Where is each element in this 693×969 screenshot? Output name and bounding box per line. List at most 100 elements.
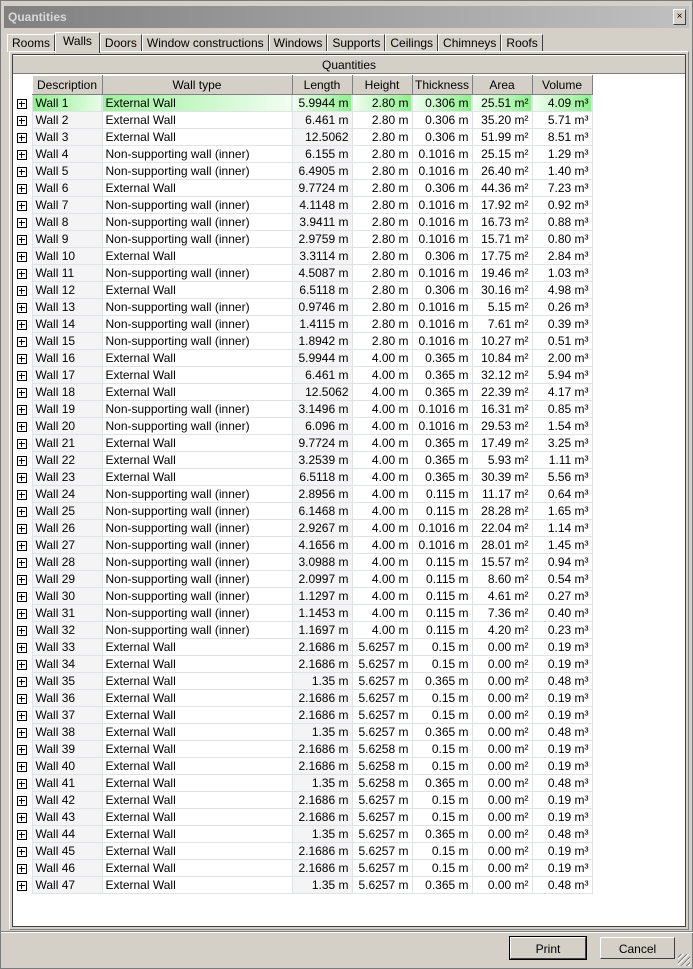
description-cell[interactable]: Wall 45	[31, 842, 103, 860]
expand-button[interactable]	[13, 333, 32, 350]
height-cell[interactable]: 2.80 m	[351, 111, 413, 129]
description-cell[interactable]: Wall 43	[31, 808, 103, 826]
wall-type-cell[interactable]: Non-supporting wall (inner)	[101, 621, 293, 639]
area-cell[interactable]: 10.27 m²	[471, 332, 533, 350]
wall-type-cell[interactable]: External Wall	[101, 468, 293, 486]
volume-cell[interactable]: 0.19 m³	[531, 791, 593, 809]
height-cell[interactable]: 4.00 m	[351, 621, 413, 639]
thickness-cell[interactable]: 0.365 m	[411, 723, 473, 741]
area-cell[interactable]: 15.57 m²	[471, 553, 533, 571]
expand-button[interactable]	[13, 520, 32, 537]
height-cell[interactable]: 5.6258 m	[351, 740, 413, 758]
expand-button[interactable]	[13, 214, 32, 231]
area-cell[interactable]: 30.39 m²	[471, 468, 533, 486]
wall-type-cell[interactable]: Non-supporting wall (inner)	[101, 145, 293, 163]
area-cell[interactable]: 19.46 m²	[471, 264, 533, 282]
height-cell[interactable]: 4.00 m	[351, 502, 413, 520]
description-cell[interactable]: Wall 40	[31, 757, 103, 775]
length-cell[interactable]: 1.1297 m	[291, 587, 353, 605]
thickness-cell[interactable]: 0.15 m	[411, 842, 473, 860]
table-row[interactable]: Wall 34 External Wall 2.1686 m 5.6257 m 0.15…	[13, 655, 593, 673]
height-cell[interactable]: 4.00 m	[351, 468, 413, 486]
table-row[interactable]: Wall 16 External Wall 5.9944 m 4.00 m 0.365 …	[13, 349, 593, 367]
table-row[interactable]: Wall 46 External Wall 2.1686 m 5.6257 m 0.15…	[13, 859, 593, 877]
wall-type-cell[interactable]: Non-supporting wall (inner)	[101, 417, 293, 435]
description-cell[interactable]: Wall 23	[31, 468, 103, 486]
wall-type-cell[interactable]: Non-supporting wall (inner)	[101, 230, 293, 248]
thickness-cell[interactable]: 0.15 m	[411, 808, 473, 826]
wall-type-cell[interactable]: Non-supporting wall (inner)	[101, 400, 293, 418]
thickness-cell[interactable]: 0.365 m	[411, 451, 473, 469]
description-cell[interactable]: Wall 34	[31, 655, 103, 673]
table-row[interactable]: Wall 43 External Wall 2.1686 m 5.6257 m 0.15…	[13, 808, 593, 826]
description-cell[interactable]: Wall 31	[31, 604, 103, 622]
tab-roofs[interactable]: Roofs	[501, 34, 543, 52]
expand-button[interactable]	[13, 248, 32, 265]
length-cell[interactable]: 1.35 m	[291, 825, 353, 843]
height-cell[interactable]: 4.00 m	[351, 451, 413, 469]
volume-cell[interactable]: 0.39 m³	[531, 315, 593, 333]
wall-type-cell[interactable]: External Wall	[101, 723, 293, 741]
height-cell[interactable]: 5.6257 m	[351, 842, 413, 860]
length-cell[interactable]: 2.0997 m	[291, 570, 353, 588]
thickness-cell[interactable]: 0.115 m	[411, 621, 473, 639]
area-cell[interactable]: 17.92 m²	[471, 196, 533, 214]
thickness-cell[interactable]: 0.115 m	[411, 604, 473, 622]
table-row[interactable]: Wall 26 Non-supporting wall (inner) 2.9267…	[13, 519, 593, 537]
tab-window-constructions[interactable]: Window constructions	[141, 34, 269, 52]
thickness-cell[interactable]: 0.15 m	[411, 689, 473, 707]
thickness-cell[interactable]: 0.115 m	[411, 502, 473, 520]
table-row[interactable]: Wall 2 External Wall 6.461 m 2.80 m 0.306 m3…	[13, 111, 593, 129]
description-cell[interactable]: Wall 42	[31, 791, 103, 809]
table-row[interactable]: Wall 42 External Wall 2.1686 m 5.6257 m 0.15…	[13, 791, 593, 809]
thickness-cell[interactable]: 0.365 m	[411, 468, 473, 486]
thickness-cell[interactable]: 0.306 m	[411, 281, 473, 299]
table-row[interactable]: Wall 3 External Wall 12.5062 2.80 m 0.306 m5…	[13, 128, 593, 146]
expand-button[interactable]	[13, 860, 32, 877]
wall-type-cell[interactable]: Non-supporting wall (inner)	[101, 553, 293, 571]
description-cell[interactable]: Wall 10	[31, 247, 103, 265]
length-cell[interactable]: 3.1496 m	[291, 400, 353, 418]
expand-button[interactable]	[13, 843, 32, 860]
table-row[interactable]: Wall 33 External Wall 2.1686 m 5.6257 m 0.15…	[13, 638, 593, 656]
thickness-cell[interactable]: 0.15 m	[411, 655, 473, 673]
volume-cell[interactable]: 0.48 m³	[531, 876, 593, 894]
height-cell[interactable]: 4.00 m	[351, 366, 413, 384]
wall-type-cell[interactable]: External Wall	[101, 859, 293, 877]
area-cell[interactable]: 0.00 m²	[471, 655, 533, 673]
description-cell[interactable]: Wall 21	[31, 434, 103, 452]
height-cell[interactable]: 2.80 m	[351, 196, 413, 214]
thickness-cell[interactable]: 0.365 m	[411, 349, 473, 367]
length-cell[interactable]: 6.4905 m	[291, 162, 353, 180]
length-cell[interactable]: 12.5062	[291, 128, 353, 146]
expand-button[interactable]	[13, 197, 32, 214]
print-button[interactable]: Print	[509, 936, 587, 960]
thickness-cell[interactable]: 0.1016 m	[411, 400, 473, 418]
expand-button[interactable]	[13, 401, 32, 418]
table-row[interactable]: Wall 9 Non-supporting wall (inner) 2.9759 …	[13, 230, 593, 248]
length-cell[interactable]: 3.3114 m	[291, 247, 353, 265]
volume-cell[interactable]: 5.56 m³	[531, 468, 593, 486]
volume-cell[interactable]: 0.27 m³	[531, 587, 593, 605]
area-cell[interactable]: 25.15 m²	[471, 145, 533, 163]
table-row[interactable]: Wall 7 Non-supporting wall (inner) 4.1148 …	[13, 196, 593, 214]
description-cell[interactable]: Wall 44	[31, 825, 103, 843]
expand-button[interactable]	[13, 809, 32, 826]
column-header-thickness[interactable]: Thickness	[411, 75, 473, 95]
length-cell[interactable]: 2.1686 m	[291, 842, 353, 860]
area-cell[interactable]: 7.61 m²	[471, 315, 533, 333]
expand-button[interactable]	[13, 112, 32, 129]
table-row[interactable]: Wall 30 Non-supporting wall (inner) 1.1297…	[13, 587, 593, 605]
height-cell[interactable]: 5.6258 m	[351, 774, 413, 792]
area-cell[interactable]: 28.28 m²	[471, 502, 533, 520]
wall-type-cell[interactable]: External Wall	[101, 638, 293, 656]
table-row[interactable]: Wall 38 External Wall 1.35 m 5.6257 m 0.365 …	[13, 723, 593, 741]
description-cell[interactable]: Wall 47	[31, 876, 103, 894]
wall-type-cell[interactable]: External Wall	[101, 179, 293, 197]
table-row[interactable]: Wall 37 External Wall 2.1686 m 5.6257 m 0.15…	[13, 706, 593, 724]
description-cell[interactable]: Wall 32	[31, 621, 103, 639]
volume-cell[interactable]: 0.19 m³	[531, 740, 593, 758]
volume-cell[interactable]: 4.17 m³	[531, 383, 593, 401]
expand-button[interactable]	[13, 282, 32, 299]
table-row[interactable]: Wall 28 Non-supporting wall (inner) 3.0988…	[13, 553, 593, 571]
